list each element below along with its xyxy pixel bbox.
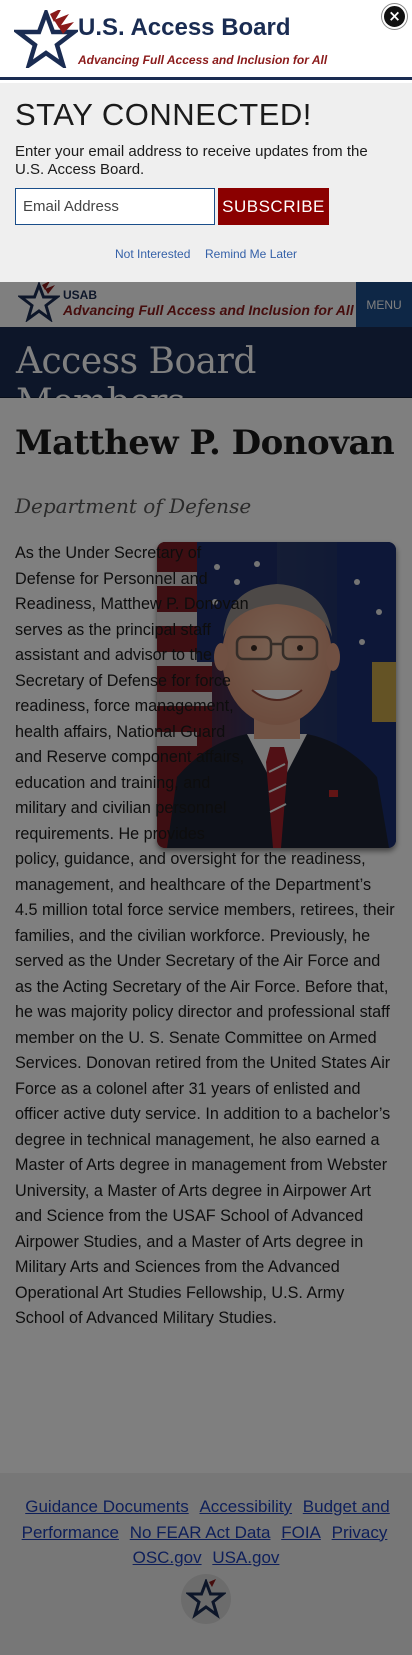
- star-logo-icon: [14, 10, 78, 68]
- modal-backdrop[interactable]: [0, 282, 412, 1655]
- modal-body: STAY CONNECTED! Enter your email address…: [0, 83, 412, 282]
- not-interested-link[interactable]: Not Interested: [115, 247, 190, 261]
- modal-site-title: U.S. Access Board: [78, 14, 291, 41]
- modal-site-tagline: Advancing Full Access and Inclusion for …: [78, 53, 328, 67]
- email-signup-modal: U.S. Access Board Advancing Full Access …: [0, 0, 412, 282]
- remind-me-later-link[interactable]: Remind Me Later: [205, 247, 297, 261]
- stay-connected-heading: STAY CONNECTED!: [15, 97, 312, 132]
- email-field[interactable]: [15, 188, 215, 225]
- subscribe-button[interactable]: SUBSCRIBE: [218, 188, 329, 225]
- signup-description: Enter your email address to receive upda…: [15, 143, 368, 178]
- modal-header: U.S. Access Board Advancing Full Access …: [0, 0, 412, 80]
- close-icon[interactable]: ×: [382, 4, 407, 29]
